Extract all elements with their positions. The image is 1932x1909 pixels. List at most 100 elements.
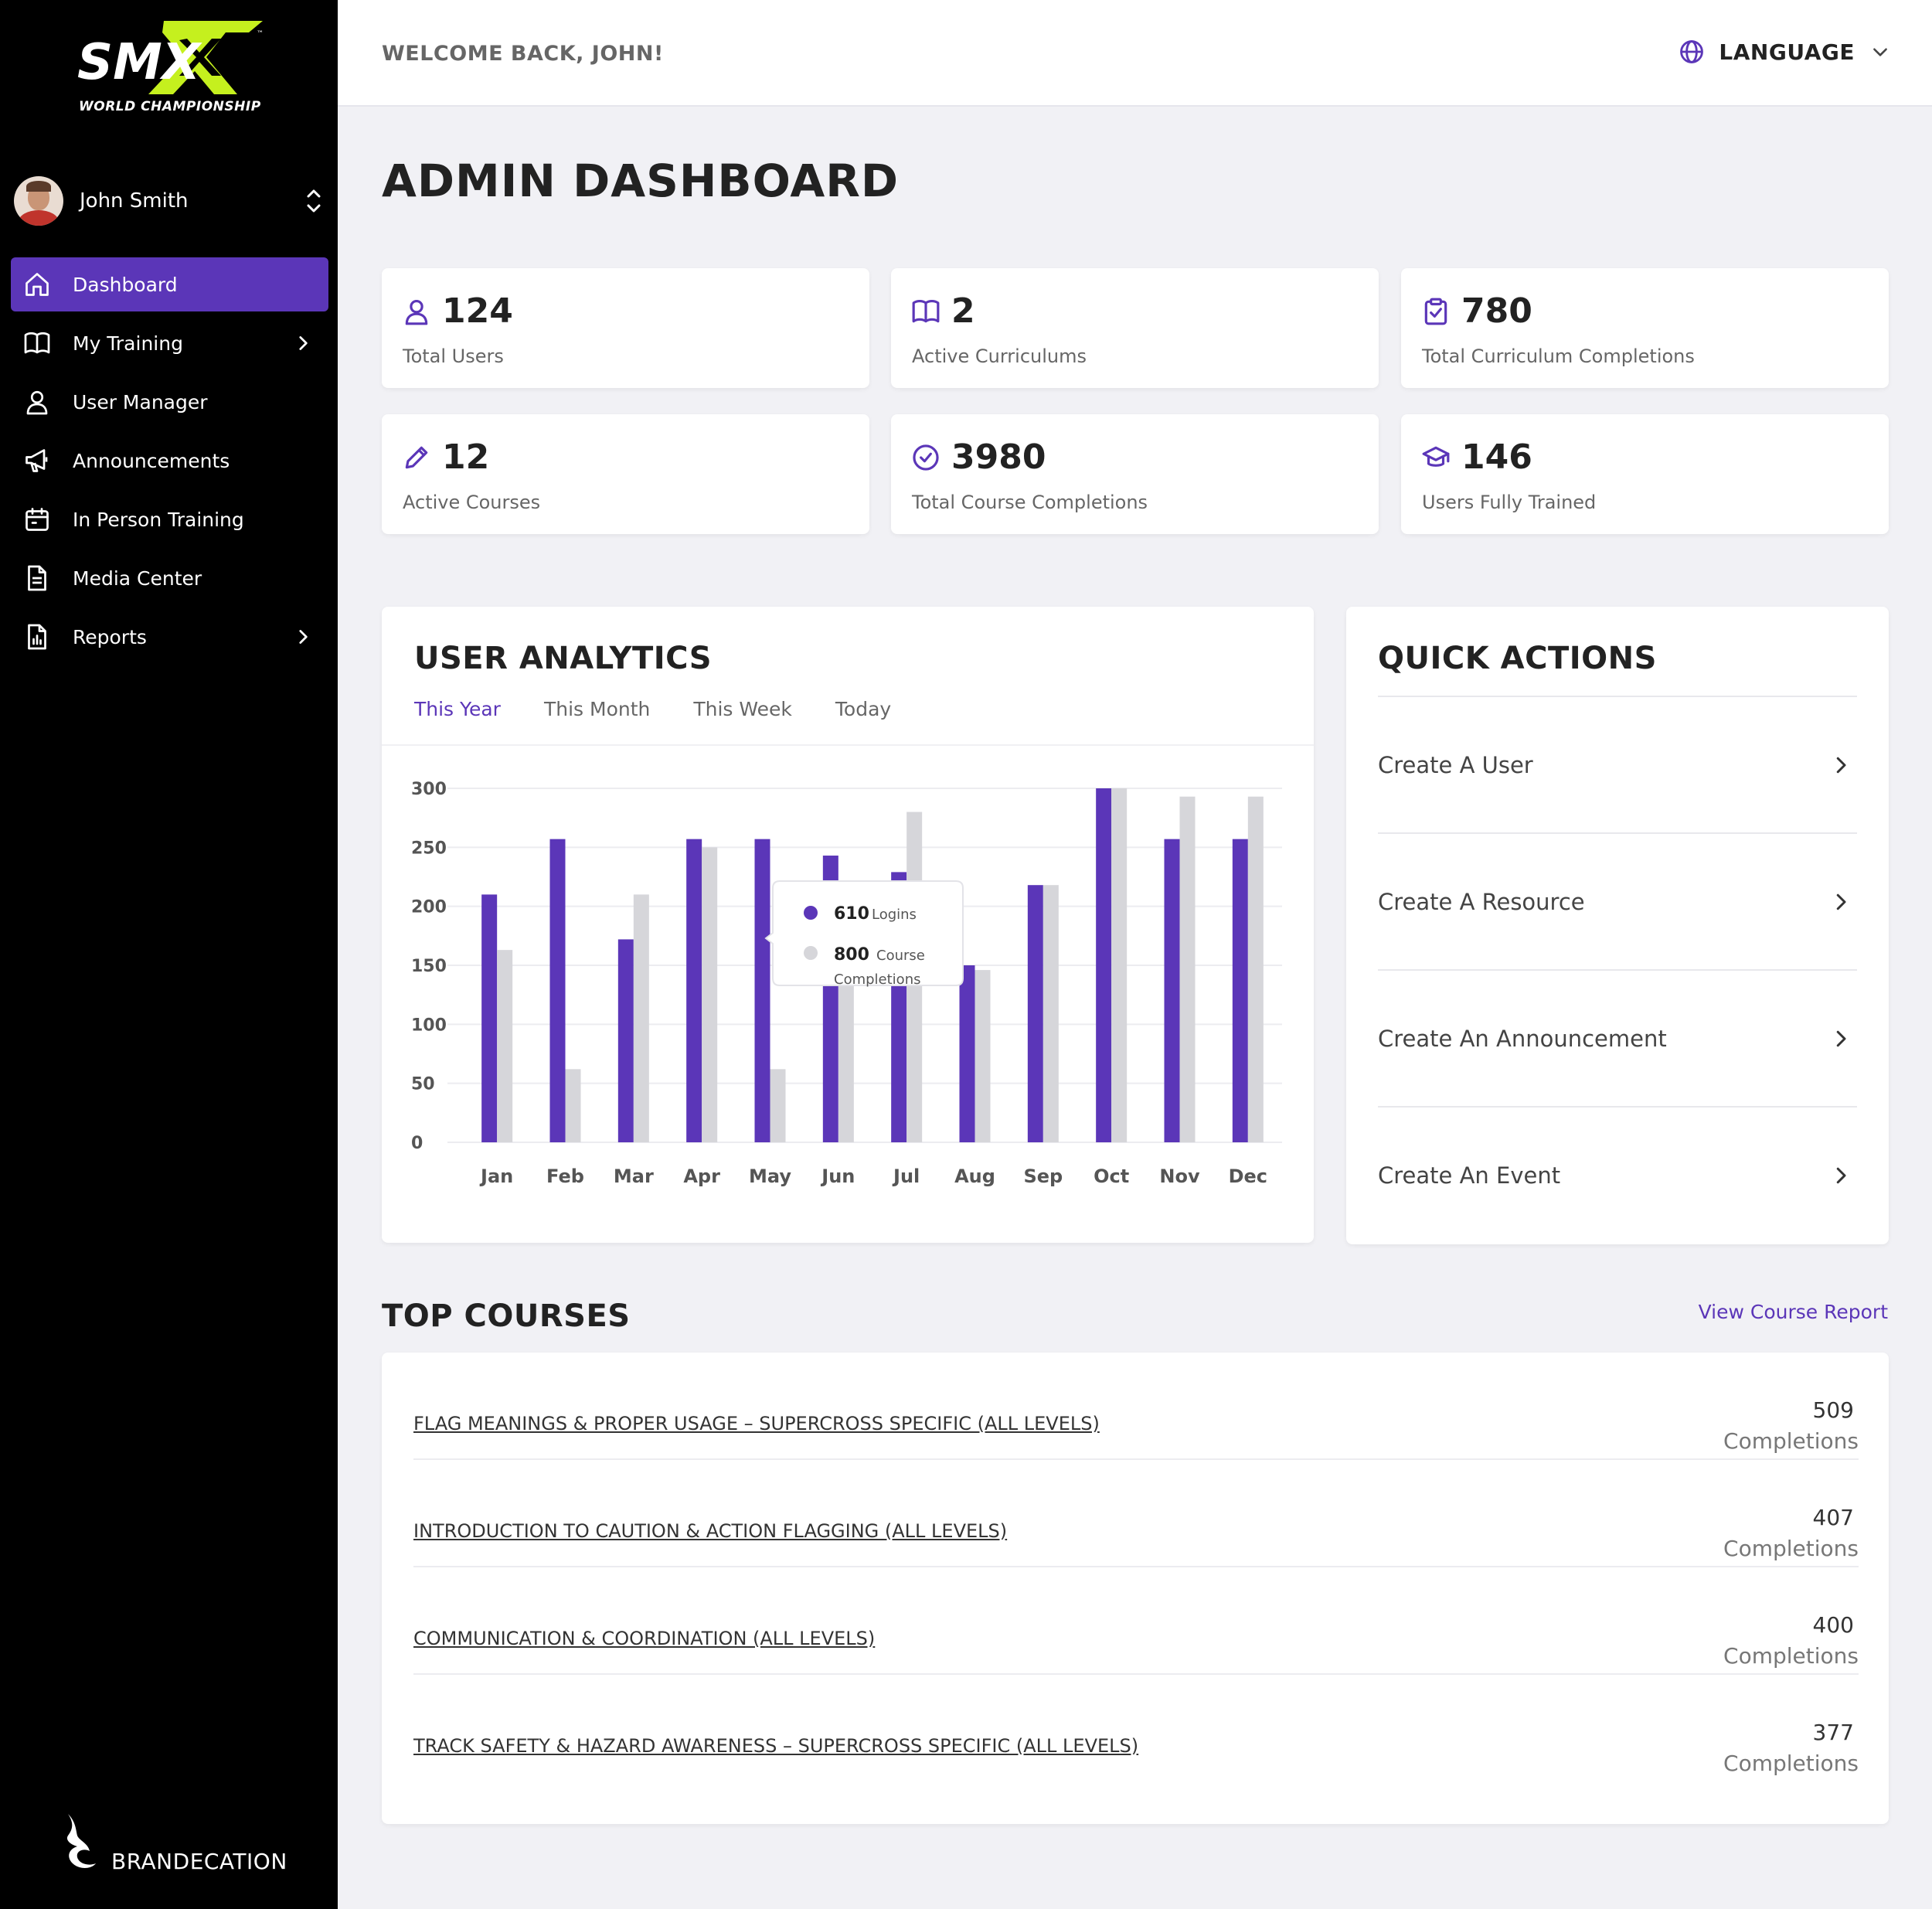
logins-bar-apr[interactable]: [686, 839, 702, 1142]
x-tick-label: Feb: [546, 1165, 584, 1187]
x-tick-label: Aug: [954, 1165, 995, 1187]
user-name: John Smith: [80, 189, 189, 213]
sidebar-item-announcements[interactable]: Announcements: [11, 434, 328, 488]
logins-bar-sep[interactable]: [1027, 885, 1043, 1142]
user-icon: [405, 299, 428, 325]
page-title: ADMIN DASHBOARD: [382, 155, 900, 207]
document-icon: [28, 565, 46, 591]
stat-value: 146: [1461, 437, 1532, 477]
user-switcher[interactable]: John Smith: [14, 176, 323, 226]
user-icon: [26, 390, 48, 415]
x-tick-label: Dec: [1229, 1165, 1267, 1187]
logins-bar-aug[interactable]: [959, 965, 975, 1142]
report-icon: [28, 624, 46, 650]
x-tick-label: Sep: [1023, 1165, 1063, 1187]
stat-value: 780: [1461, 291, 1532, 331]
course-row: FLAG MEANINGS & PROPER USAGE – SUPERCROS…: [413, 1353, 1859, 1460]
action-label: Create An Event: [1378, 1162, 1561, 1189]
quick-actions-list: Create A User Create A Resource Create A…: [1378, 696, 1857, 1243]
x-tick-label: Jun: [820, 1165, 855, 1187]
logins-bar-jan[interactable]: [481, 894, 498, 1142]
stat-card-active-courses: 12 Active Courses: [382, 414, 869, 534]
completions-bar-jan[interactable]: [497, 950, 513, 1142]
tab-this-year[interactable]: This Year: [414, 698, 501, 720]
megaphone-icon: [26, 449, 48, 472]
stat-label: Total Curriculum Completions: [1422, 345, 1695, 367]
sidebar-item-label: My Training: [73, 332, 183, 355]
completions-bar-aug[interactable]: [975, 970, 991, 1142]
completions-bar-dec[interactable]: [1247, 796, 1264, 1142]
completions-bar-nov[interactable]: [1179, 796, 1196, 1142]
top-header: WELCOME BACK, JOHN! LANGUAGE: [338, 0, 1932, 107]
x-tick-label: Jan: [479, 1165, 513, 1187]
quick-actions-title: QUICK ACTIONS: [1378, 641, 1657, 676]
course-link[interactable]: TRACK SAFETY & HAZARD AWARENESS – SUPERC…: [413, 1735, 1138, 1757]
course-link[interactable]: COMMUNICATION & COORDINATION (ALL LEVELS…: [413, 1628, 875, 1649]
stat-card-total-users: 124 Total Users: [382, 268, 869, 388]
x-tick-label: Nov: [1159, 1165, 1200, 1187]
sidebar-item-in-person-training[interactable]: In Person Training: [11, 492, 328, 546]
action-label: Create An Announcement: [1378, 1025, 1667, 1052]
logins-bar-dec[interactable]: [1232, 839, 1248, 1142]
completions-bar-mar[interactable]: [633, 894, 649, 1142]
sidebar-item-reports[interactable]: Reports: [11, 610, 328, 664]
user-analytics-card: USER ANALYTICS This Year This Month This…: [382, 607, 1314, 1243]
action-label: Create A Resource: [1378, 888, 1585, 915]
sidebar-item-my-training[interactable]: My Training: [11, 316, 328, 370]
y-tick-label: 100: [411, 1016, 447, 1035]
sidebar-item-dashboard[interactable]: Dashboard: [11, 257, 328, 311]
course-row: TRACK SAFETY & HAZARD AWARENESS – SUPERC…: [413, 1675, 1859, 1782]
completions-bar-apr[interactable]: [702, 847, 718, 1142]
logins-bar-mar[interactable]: [617, 939, 634, 1142]
language-selector[interactable]: LANGUAGE: [1679, 39, 1890, 65]
completions-bar-may[interactable]: [770, 1069, 786, 1142]
create-resource-action[interactable]: Create A Resource: [1378, 832, 1857, 969]
top-courses-title: TOP COURSES: [382, 1298, 631, 1334]
chevron-right-icon: [1836, 893, 1846, 910]
course-link[interactable]: FLAG MEANINGS & PROPER USAGE – SUPERCROS…: [413, 1413, 1100, 1434]
course-row: INTRODUCTION TO CAUTION & ACTION FLAGGIN…: [413, 1460, 1859, 1567]
chevron-up-down-icon[interactable]: [304, 185, 323, 216]
y-tick-label: 150: [411, 957, 447, 976]
completions-bar-feb[interactable]: [565, 1069, 581, 1142]
stat-card-curriculum-completions: 780 Total Curriculum Completions: [1401, 268, 1889, 388]
globe-icon: [1680, 40, 1704, 63]
course-link[interactable]: INTRODUCTION TO CAUTION & ACTION FLAGGIN…: [413, 1520, 1007, 1542]
stat-label: Users Fully Trained: [1422, 492, 1597, 513]
create-event-action[interactable]: Create An Event: [1378, 1106, 1857, 1243]
action-label: Create A User: [1378, 751, 1533, 778]
chevron-right-icon: [1836, 757, 1846, 773]
tab-this-month[interactable]: This Month: [544, 698, 650, 720]
completions-bar-oct[interactable]: [1111, 788, 1128, 1142]
logins-bar-may[interactable]: [754, 839, 770, 1142]
course-row: COMMUNICATION & COORDINATION (ALL LEVELS…: [413, 1567, 1859, 1675]
logins-bar-nov[interactable]: [1164, 839, 1180, 1142]
y-tick-label: 250: [411, 839, 447, 858]
create-announcement-action[interactable]: Create An Announcement: [1378, 969, 1857, 1106]
completions-bar-sep[interactable]: [1043, 885, 1059, 1142]
x-tick-label: Mar: [614, 1165, 654, 1187]
tab-this-week[interactable]: This Week: [693, 698, 792, 720]
sidebar-item-media-center[interactable]: Media Center: [11, 551, 328, 605]
x-tick-label: May: [749, 1165, 791, 1187]
sidebar-nav: Dashboard My Training User Manager Annou…: [11, 257, 328, 669]
tab-today[interactable]: Today: [835, 698, 891, 720]
create-user-action[interactable]: Create A User: [1378, 696, 1857, 832]
completions-legend-dot: [804, 946, 818, 960]
stat-value: 3980: [951, 437, 1046, 477]
sidebar-item-label: Announcements: [73, 449, 230, 472]
chevron-right-icon: [299, 336, 308, 350]
view-course-report-link[interactable]: View Course Report: [1699, 1301, 1888, 1323]
chevron-right-icon: [1836, 1167, 1846, 1183]
tooltip-logins-label: Logins: [872, 907, 917, 923]
completion-unit: Completions: [1723, 1751, 1859, 1776]
sidebar-item-user-manager[interactable]: User Manager: [11, 375, 328, 429]
user-analytics-chart: 0 50 100 150 200 250 300 Jan Feb Mar Apr May Jun Jul…: [411, 780, 1282, 1187]
stat-label: Active Courses: [403, 492, 541, 513]
logins-bar-oct[interactable]: [1096, 788, 1112, 1142]
graduation-cap-icon: [1422, 446, 1450, 467]
sidebar-item-label: Reports: [73, 625, 147, 648]
stat-card-users-fully-trained: 146 Users Fully Trained: [1401, 414, 1889, 534]
logins-bar-feb[interactable]: [549, 839, 566, 1142]
pencil-icon: [405, 446, 428, 468]
